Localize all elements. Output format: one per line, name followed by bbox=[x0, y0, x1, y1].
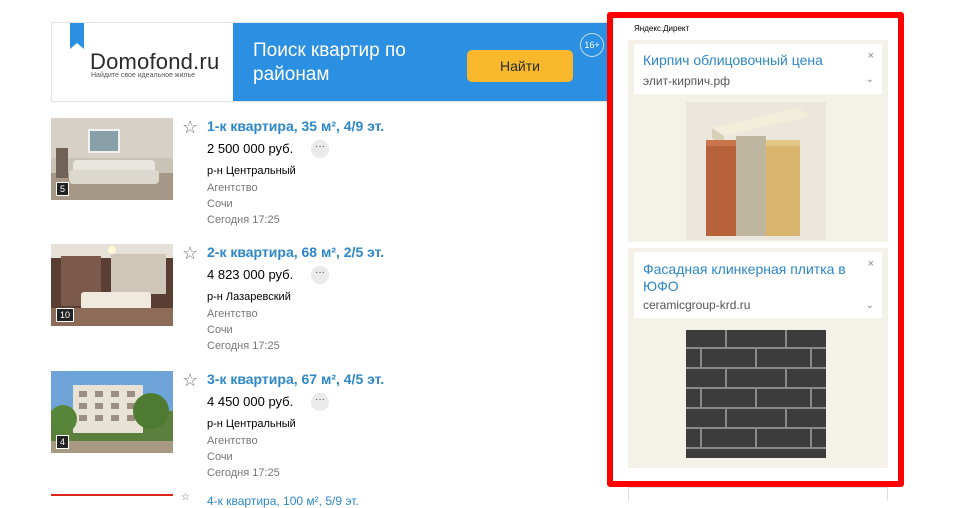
listing-city: Сочи bbox=[207, 451, 233, 463]
next-ad-partial bbox=[628, 487, 888, 501]
listing-price: 2 500 000 руб. bbox=[207, 141, 294, 156]
photo-count-badge: 4 bbox=[56, 435, 70, 449]
age-rating-badge: 16+ bbox=[580, 33, 604, 57]
listing-agency: Агентство bbox=[207, 308, 258, 320]
photo-count-badge: 10 bbox=[56, 308, 75, 322]
ad-card[interactable]: Кирпич облицовочный цена × элит-кирпич.р… bbox=[628, 40, 888, 242]
ad-image-clinker-tile[interactable] bbox=[686, 330, 826, 458]
banner-logo-area: Domofond.ru Найдите свое идеальное жилье bbox=[52, 23, 232, 101]
photo-count-badge: 5 bbox=[56, 182, 70, 196]
ad-header: Фасадная клинкерная плитка в ЮФО × ceram… bbox=[634, 252, 882, 318]
listing-price: 4 823 000 руб. bbox=[207, 267, 294, 282]
close-icon[interactable]: × bbox=[868, 258, 874, 270]
banner-promo: Поиск квартир по районам Найти 16+ bbox=[233, 23, 607, 101]
more-options-icon[interactable]: ··· bbox=[311, 393, 329, 411]
listing-agency: Агентство bbox=[207, 182, 258, 194]
listing-title[interactable]: 3-к квартира, 67 м², 4/5 эт. bbox=[207, 371, 384, 387]
listing-item[interactable]: 5 ☆ 1-к квартира, 35 м², 4/9 эт. 2 500 0… bbox=[51, 117, 591, 233]
listing-title[interactable]: 2-к квартира, 68 м², 2/5 эт. bbox=[207, 244, 384, 260]
bookmark-flag-icon bbox=[70, 23, 84, 49]
listing-photo[interactable]: 10 bbox=[51, 244, 173, 326]
chevron-down-icon[interactable]: ⌄ bbox=[866, 300, 874, 311]
listing-agency: Агентство bbox=[207, 435, 258, 447]
ad-card[interactable]: Фасадная клинкерная плитка в ЮФО × ceram… bbox=[628, 248, 888, 468]
listing-title[interactable]: 1-к квартира, 35 м², 4/9 эт. bbox=[207, 118, 384, 134]
listing-district: р-н Лазаревский bbox=[207, 291, 291, 303]
favorite-star-icon[interactable]: ☆ bbox=[181, 492, 190, 503]
favorite-star-icon[interactable]: ☆ bbox=[182, 370, 198, 391]
ad-url[interactable]: элит-кирпич.рф bbox=[643, 74, 730, 88]
listing-photo[interactable]: 4 bbox=[51, 371, 173, 453]
close-icon[interactable]: × bbox=[868, 50, 874, 62]
listing-district: р-н Центральный bbox=[207, 165, 296, 177]
ad-header: Кирпич облицовочный цена × элит-кирпич.р… bbox=[634, 44, 882, 94]
listing-time: Сегодня 17:25 bbox=[207, 214, 280, 226]
logo-tagline: Найдите свое идеальное жилье bbox=[91, 72, 196, 79]
listing-item[interactable]: 10 ☆ 2-к квартира, 68 м², 2/5 эт. 4 823 … bbox=[51, 243, 591, 359]
listing-time: Сегодня 17:25 bbox=[207, 340, 280, 352]
listing-city: Сочи bbox=[207, 324, 233, 336]
favorite-star-icon[interactable]: ☆ bbox=[182, 243, 198, 264]
listing-district: р-н Центральный bbox=[207, 418, 296, 430]
ad-image-bricks[interactable] bbox=[686, 102, 826, 240]
banner-find-button[interactable]: Найти bbox=[467, 50, 573, 82]
listing-item[interactable]: 4 ☆ 3-к квартира, 67 м², 4/5 эт. 4 450 0… bbox=[51, 370, 591, 486]
banner-title: Поиск квартир по районам bbox=[253, 40, 406, 85]
listing-photo[interactable]: 5 bbox=[51, 118, 173, 200]
favorite-star-icon[interactable]: ☆ bbox=[182, 117, 198, 138]
listing-city: Сочи bbox=[207, 198, 233, 210]
listing-title-partial[interactable]: 4-к квартира, 100 м², 5/9 эт. bbox=[207, 494, 359, 508]
ad-url[interactable]: ceramicgroup-krd.ru bbox=[643, 298, 750, 312]
listing-photo-partial[interactable] bbox=[51, 494, 173, 503]
ad-network-label: Яндекс.Директ bbox=[634, 24, 690, 33]
chevron-down-icon[interactable]: ⌄ bbox=[866, 74, 874, 85]
listing-time: Сегодня 17:25 bbox=[207, 467, 280, 479]
listing-price: 4 450 000 руб. bbox=[207, 394, 294, 409]
ad-title[interactable]: Фасадная клинкерная плитка в ЮФО bbox=[643, 261, 863, 295]
more-options-icon[interactable]: ··· bbox=[311, 140, 329, 158]
more-options-icon[interactable]: ··· bbox=[311, 266, 329, 284]
domofond-banner[interactable]: Domofond.ru Найдите свое идеальное жилье… bbox=[51, 22, 608, 102]
ad-title[interactable]: Кирпич облицовочный цена bbox=[643, 52, 863, 69]
